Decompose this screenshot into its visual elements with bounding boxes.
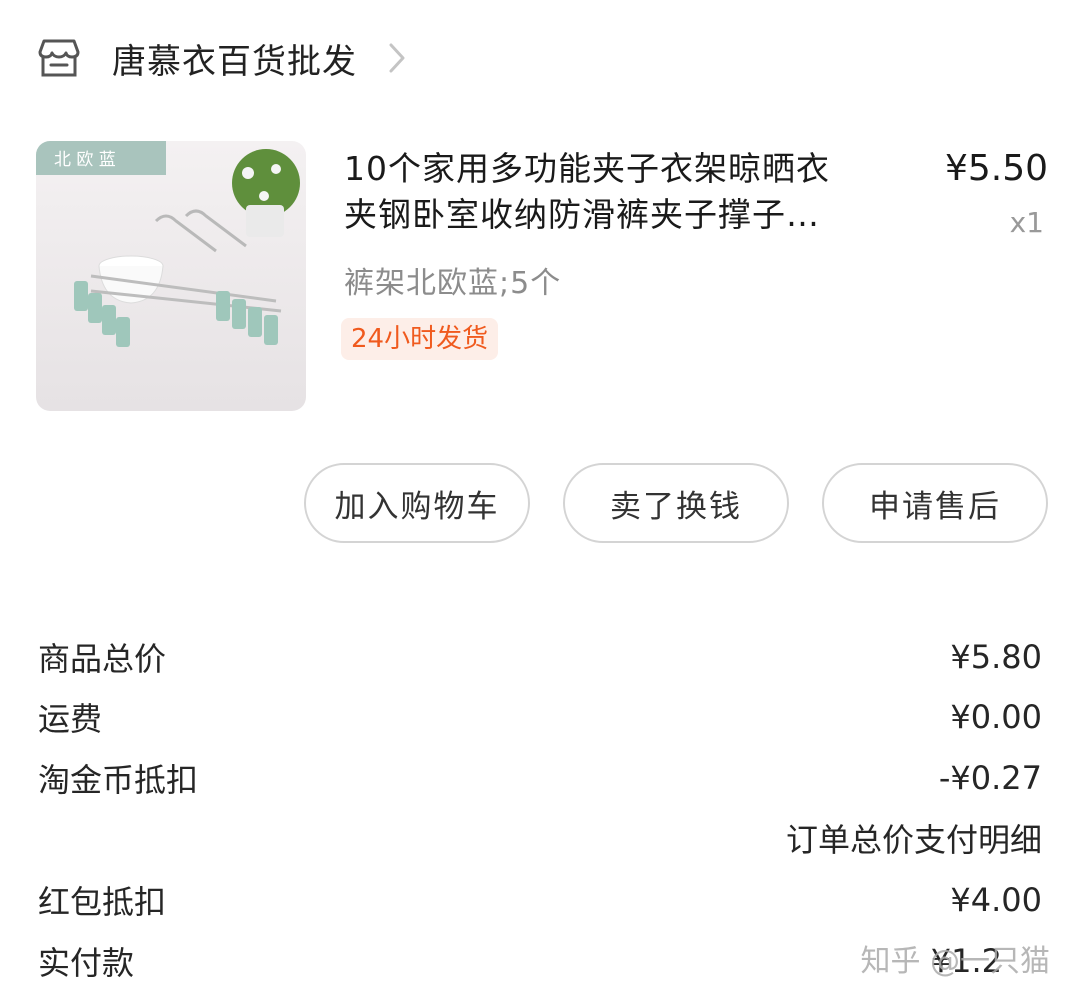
goods-total-value: ¥5.80: [950, 638, 1042, 676]
shop-name[interactable]: 唐慕衣百货批发: [112, 34, 357, 83]
product-title-line2: 夹钢卧室收纳防滑裤夹子撑子…: [344, 195, 820, 234]
goods-total-row: 商品总价 ¥5.80: [38, 632, 1042, 682]
coins-row: 淘金币抵扣 -¥0.27: [38, 753, 1042, 803]
image-label: 北 欧 蓝: [54, 150, 116, 170]
sell-for-cash-button[interactable]: 卖了换钱: [563, 463, 789, 543]
shipping-value: ¥0.00: [950, 698, 1042, 736]
product-quantity: x1: [1009, 206, 1044, 239]
shipping-badge: 24小时发货: [341, 318, 499, 360]
coins-label: 淘金币抵扣: [38, 761, 199, 799]
watermark: 知乎 @一只猫: [860, 944, 1050, 979]
payment-detail-link[interactable]: 订单总价支付明细: [786, 815, 1042, 861]
product-title-line1: 10个家用多功能夹子衣架晾晒衣: [344, 149, 830, 188]
store-icon: [36, 35, 82, 81]
product-sku: 裤架北欧蓝;5个: [344, 266, 562, 301]
chevron-right-icon: [387, 41, 407, 75]
shop-header[interactable]: 唐慕衣百货批发: [36, 30, 407, 86]
redpacket-row: 红包抵扣 ¥4.00: [38, 875, 1042, 925]
redpacket-label: 红包抵扣: [38, 883, 167, 921]
coins-value: -¥0.27: [938, 759, 1042, 797]
product-price: ¥5.50: [944, 148, 1048, 189]
redpacket-value: ¥4.00: [950, 881, 1042, 919]
after-sales-button[interactable]: 申请售后: [822, 463, 1048, 543]
goods-total-label: 商品总价: [38, 640, 167, 678]
product-title[interactable]: 10个家用多功能夹子衣架晾晒衣 夹钢卧室收纳防滑裤夹子撑子…: [344, 146, 914, 238]
product-image[interactable]: 北 欧 蓝: [36, 141, 306, 411]
add-to-cart-button[interactable]: 加入购物车: [304, 463, 530, 543]
shipping-label: 运费: [38, 700, 103, 738]
shipping-row: 运费 ¥0.00: [38, 692, 1042, 742]
paid-label: 实付款: [38, 944, 135, 982]
